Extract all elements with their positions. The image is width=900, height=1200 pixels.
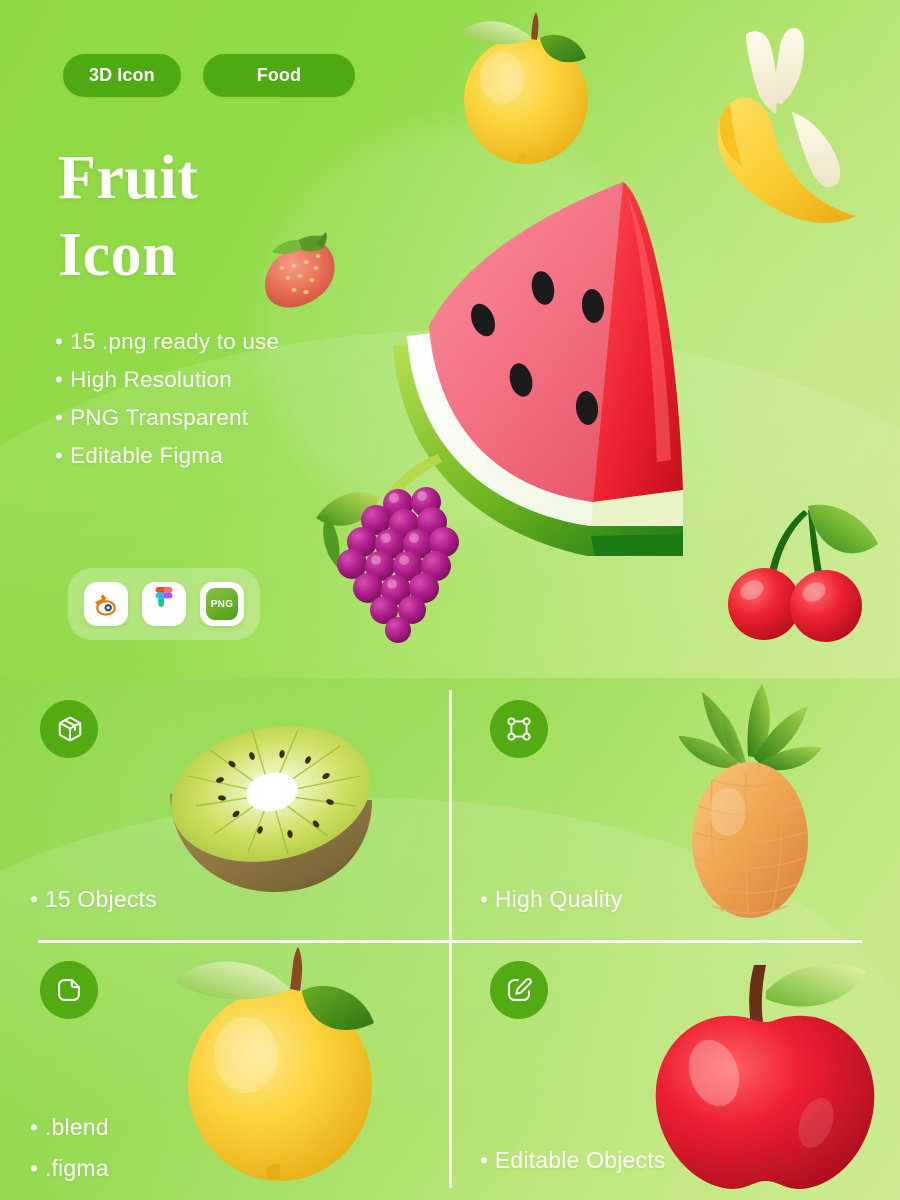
grid-label-line-blend: • .blend [30,1114,109,1141]
hero-section: 3D Icon Food Fruit Icon • 15 .png ready t… [0,0,900,678]
feature-item-1: • High Resolution [55,367,279,392]
badge-3d-icon[interactable]: 3D Icon [63,54,181,97]
page-title-line2: Icon [58,220,178,289]
feature-item-0: • 15 .png ready to use [55,329,280,354]
app-icon-row: PNG [68,568,260,640]
grid-label-high-quality: • High Quality [480,886,623,913]
grid-cell-15-objects: • 15 Objects [0,678,450,939]
grapes-fruit [316,454,459,643]
badge-food-label: Food [256,65,302,85]
grid-label-editable-objects: • Editable Objects [480,1147,666,1174]
feature-grid: • 15 Objects • High Quality • .blend • .… [0,678,900,1200]
grid-label-text: .figma [44,1155,109,1181]
apple-art [655,964,875,1189]
feature-label-2: PNG Transparent [70,405,249,430]
strawberry-fruit [265,232,335,308]
lemon-fruit [462,12,588,164]
bullet-dot: • [30,886,39,912]
poster-root: 3D Icon Food Fruit Icon • 15 .png ready t… [0,0,900,1200]
grid-cell-file-formats: • .blend • .figma [0,939,450,1200]
kiwi-half-art [170,726,372,892]
vector-nodes-icon-circle [490,700,548,758]
blender-app-tile[interactable] [84,582,128,626]
grid-label-text: .blend [44,1114,109,1140]
vector-nodes-icon [507,717,531,741]
blender-icon [95,594,116,616]
edit-pencil-icon [508,978,532,1001]
bullet-dot: • [55,405,64,430]
png-chip-label: PNG [206,588,238,620]
file-icon [58,979,80,1001]
badge-3d-icon-label: 3D Icon [89,65,155,85]
page-title-line1: Fruit [58,144,199,212]
grid-cell-high-quality: • High Quality [450,678,900,939]
grid-label-line-figma: • .figma [30,1155,109,1182]
figma-icon [155,587,173,607]
feature-label-1: High Resolution [70,367,232,392]
bullet-dot: • [55,329,64,354]
badge-row: 3D Icon Food [63,54,356,97]
cherries-fruit [728,504,878,642]
bullet-dot: • [480,1147,489,1173]
feature-list: • 15 .png ready to use • High Resolution •… [55,329,280,483]
png-app-tile[interactable]: PNG [200,582,244,626]
bullet-dot: • [30,1155,39,1181]
grid-cell-editable-objects: • Editable Objects [450,939,900,1200]
feature-item-2: • PNG Transparent [55,405,279,430]
feature-label-0: 15 .png ready to use [70,329,280,354]
bullet-dot: • [55,443,64,468]
grid-divider-vertical [449,690,452,1188]
bullet-dot: • [480,886,489,912]
page-title: Fruit Icon [58,147,198,289]
bullet-dot: • [30,1114,39,1140]
box-3d-icon [58,716,82,742]
grid-label-15-objects: • 15 Objects [30,886,157,913]
badge-food[interactable]: Food [202,54,356,97]
grid-label-text: Editable Objects [494,1147,666,1173]
bullet-dot: • [55,367,64,392]
edit-pencil-icon-circle [490,961,548,1019]
figma-app-tile[interactable] [142,582,186,626]
grid-label-text: High Quality [494,886,623,912]
file-icon-circle [40,961,98,1019]
box-3d-icon-circle [40,700,98,758]
grid-label-text: 15 Objects [44,886,157,912]
lemon-art [176,947,374,1181]
pineapple-art [678,684,822,918]
grid-label-file-formats: • .blend • .figma [30,1114,109,1182]
feature-label-3: Editable Figma [70,443,223,468]
feature-item-3: • Editable Figma [55,443,279,468]
